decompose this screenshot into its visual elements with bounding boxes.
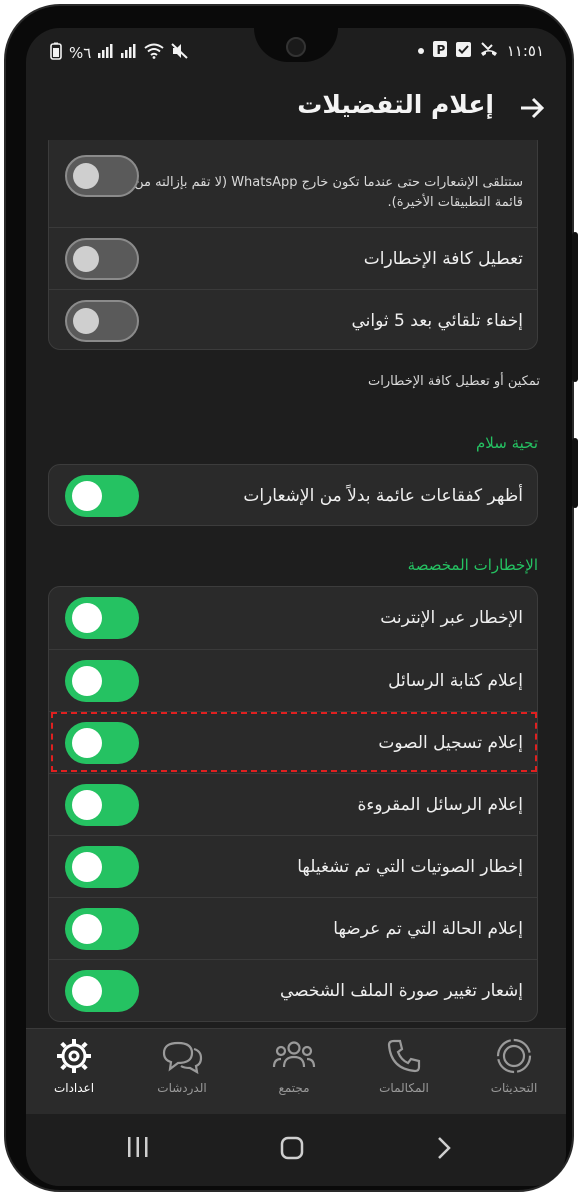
- toggle-switch[interactable]: [65, 845, 139, 888]
- phone-frame: %٦ P ١١:٥١ إعلام التفضيلات ستتلقى الإشعا…: [4, 4, 578, 1192]
- phone-icon: [387, 1039, 421, 1073]
- nav-item-chats[interactable]: الدردشات: [132, 1037, 232, 1095]
- greeting-card: أظهر كفقاعات عائمة بدلاً من الإشعارات: [48, 464, 538, 526]
- nav-item-updates[interactable]: التحديثات: [464, 1037, 564, 1095]
- toggle-switch[interactable]: [65, 155, 139, 197]
- clock-time: ١١:٥١: [506, 42, 544, 60]
- row-background-notifications[interactable]: ستتلقى الإشعارات حتى عندما تكون خارج Wha…: [49, 140, 537, 227]
- dot-icon: [417, 48, 424, 54]
- toggle-switch[interactable]: [65, 907, 139, 950]
- wifi-icon: [144, 43, 164, 63]
- nav-label: الدردشات: [157, 1081, 207, 1095]
- toggle-knob: [72, 913, 102, 944]
- section-heading-custom-notifications: الإخطارات المخصصة: [407, 556, 538, 574]
- toggle-knob: [73, 245, 99, 272]
- nav-item-settings[interactable]: اعدادات: [26, 1037, 124, 1095]
- toggle-switch[interactable]: [65, 597, 139, 639]
- row-profile-photo-notification[interactable]: إشعار تغيير صورة الملف الشخصي: [49, 959, 537, 1021]
- battery-percent: %٦: [69, 44, 92, 62]
- toggle-knob: [72, 727, 102, 758]
- arrow-right-icon: [521, 97, 545, 119]
- back-button[interactable]: [512, 88, 552, 128]
- row-label: إخطار الصوتيات التي تم تشغيلها: [297, 856, 523, 877]
- front-camera: [286, 37, 306, 57]
- mute-icon: [171, 43, 189, 63]
- notch: [254, 28, 338, 62]
- section-heading-greeting: تحية سلام: [476, 434, 538, 452]
- nav-label: مجتمع: [278, 1081, 310, 1095]
- row-status-viewed-notification[interactable]: إعلام الحالة التي تم عرضها: [49, 897, 537, 959]
- settings-list[interactable]: ستتلقى الإشعارات حتى عندما تكون خارج Wha…: [26, 140, 566, 1028]
- toggle-switch[interactable]: [65, 659, 139, 702]
- toggle-knob: [72, 851, 102, 882]
- custom-notifications-card: الإخطار عبر الإنترنت إعلام كتابة الرسائل…: [48, 586, 538, 1022]
- community-icon: [272, 1041, 316, 1068]
- parking-icon: P: [432, 41, 447, 61]
- toggle-knob: [72, 603, 102, 633]
- toggle-knob: [72, 481, 102, 511]
- power-button: [572, 438, 578, 508]
- page-title: إعلام التفضيلات: [297, 90, 494, 119]
- row-label: إعلام تسجيل الصوت: [378, 732, 523, 753]
- app-bar: إعلام التفضيلات: [26, 76, 566, 140]
- row-typing-notification[interactable]: إعلام كتابة الرسائل: [49, 649, 537, 711]
- checkbox-notification-icon: [455, 41, 471, 61]
- system-navigation-bar: [26, 1114, 566, 1186]
- toggle-switch[interactable]: [65, 475, 139, 517]
- row-description: ستتلقى الإشعارات حتى عندما تكون خارج Wha…: [134, 175, 523, 210]
- nav-item-community[interactable]: مجتمع: [244, 1037, 344, 1095]
- row-online-notification[interactable]: الإخطار عبر الإنترنت: [49, 587, 537, 649]
- toggle-knob: [73, 163, 99, 189]
- row-recording-notification[interactable]: إعلام تسجيل الصوت: [49, 711, 537, 773]
- nav-label: المكالمات: [379, 1081, 429, 1095]
- bottom-navigation: اعدادات الدردشات مجتمع المكالمات التحديث…: [26, 1028, 566, 1115]
- missed-call-icon: [480, 41, 498, 61]
- status-bar: %٦ P ١١:٥١: [26, 28, 566, 76]
- row-label: إخفاء تلقائي بعد 5 ثواني: [351, 310, 524, 331]
- row-label: تعطيل كافة الإخطارات: [363, 248, 523, 269]
- toggle-switch[interactable]: [65, 969, 139, 1012]
- toggle-knob: [73, 307, 99, 334]
- row-played-voice-notification[interactable]: إخطار الصوتيات التي تم تشغيلها: [49, 835, 537, 897]
- row-auto-hide[interactable]: إخفاء تلقائي بعد 5 ثواني: [49, 289, 537, 349]
- screen: %٦ P ١١:٥١ إعلام التفضيلات ستتلقى الإشعا…: [26, 28, 566, 1186]
- volume-button: [572, 232, 578, 382]
- toggle-switch[interactable]: [65, 237, 139, 280]
- settings-gear-icon: [57, 1039, 91, 1073]
- top-card-footer-note: تمكين أو تعطيل كافة الإخطارات: [367, 374, 540, 389]
- toggle-knob: [72, 665, 102, 696]
- svg-text:P: P: [436, 43, 445, 57]
- recent-apps-button[interactable]: [126, 1136, 150, 1162]
- recent-apps-icon: [128, 1137, 148, 1157]
- signal-bars-icon: [121, 44, 137, 62]
- row-label: إعلام الحالة التي تم عرضها: [333, 918, 523, 939]
- row-label: إعلام كتابة الرسائل: [388, 670, 523, 691]
- row-label: إعلام الرسائل المقروءة: [357, 794, 523, 815]
- chats-icon: [162, 1041, 203, 1075]
- toggle-switch[interactable]: [65, 721, 139, 764]
- signal-bars-icon: [98, 44, 114, 62]
- home-icon: [280, 1136, 304, 1160]
- nav-label: اعدادات: [53, 1081, 95, 1095]
- row-label: الإخطار عبر الإنترنت: [380, 608, 523, 628]
- toggle-knob: [72, 789, 102, 820]
- row-label: إشعار تغيير صورة الملف الشخصي: [280, 980, 523, 1001]
- battery-icon: [50, 42, 62, 64]
- top-settings-card: ستتلقى الإشعارات حتى عندما تكون خارج Wha…: [48, 140, 538, 350]
- toggle-switch[interactable]: [65, 783, 139, 826]
- updates-icon: [496, 1038, 532, 1074]
- row-floating-bubbles[interactable]: أظهر كفقاعات عائمة بدلاً من الإشعارات: [49, 465, 537, 525]
- nav-item-calls[interactable]: المكالمات: [354, 1037, 454, 1095]
- home-button[interactable]: [280, 1136, 304, 1164]
- chevron-right-icon: [438, 1137, 451, 1159]
- toggle-switch[interactable]: [65, 299, 139, 342]
- row-disable-all-notifications[interactable]: تعطيل كافة الإخطارات: [49, 227, 537, 289]
- row-label: أظهر كفقاعات عائمة بدلاً من الإشعارات: [243, 486, 523, 506]
- nav-label: التحديثات: [490, 1081, 538, 1095]
- row-read-messages-notification[interactable]: إعلام الرسائل المقروءة: [49, 773, 537, 835]
- back-nav-button[interactable]: [436, 1136, 452, 1164]
- toggle-knob: [72, 975, 102, 1006]
